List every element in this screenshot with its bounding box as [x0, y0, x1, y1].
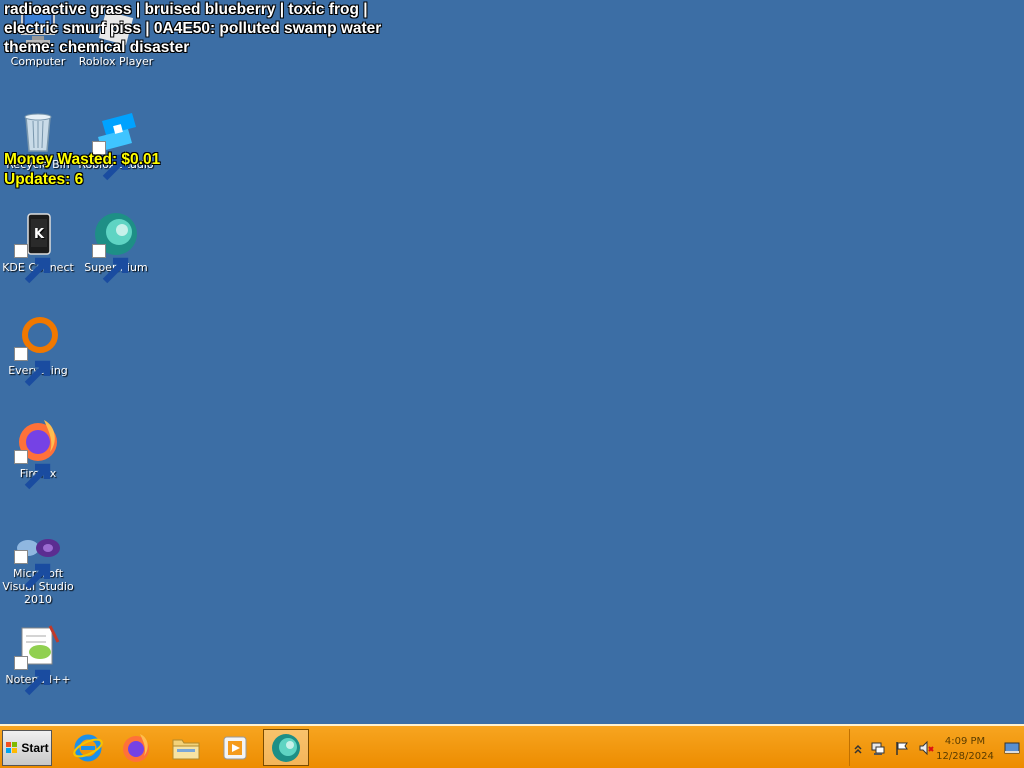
clock-date: 12/28/2024 [936, 751, 994, 762]
supermium-icon [272, 733, 300, 762]
everything-icon [14, 313, 62, 387]
theme-overlay-line-1: radioactive grass | bruised blueberry | … [4, 1, 368, 18]
shortcut-arrow-icon [14, 450, 51, 490]
start-label: Start [21, 741, 49, 755]
internet-explorer-icon [73, 734, 103, 761]
desktop-icon-kde-connect[interactable]: K KDE Connect [0, 210, 77, 284]
desktop-icon-firefox[interactable]: Firefox [0, 416, 77, 490]
theme-overlay-line-2: electric smurf piss | 0A4E50: polluted s… [4, 20, 382, 37]
shortcut-arrow-icon [92, 244, 129, 284]
taskbar-file-explorer[interactable] [163, 729, 209, 766]
roblox-studio-icon [92, 107, 140, 181]
desktop-icon-notepad-plus-plus[interactable]: Notepad++ [0, 622, 77, 696]
network-icon[interactable] [870, 740, 886, 756]
taskbar-internet-explorer[interactable] [65, 729, 111, 766]
notepad-plus-plus-icon [14, 622, 62, 696]
system-tray: 4:09 PM 12/28/2024 [849, 729, 1024, 766]
supermium-icon [92, 210, 140, 284]
show-desktop-icon[interactable] [1004, 740, 1020, 756]
firefox-icon [123, 733, 149, 762]
windows-flag-icon [6, 742, 18, 753]
taskbar-media-player[interactable] [212, 729, 258, 766]
shortcut-arrow-icon [14, 347, 51, 387]
desktop-icon-everything[interactable]: Everything [0, 313, 77, 387]
shortcut-arrow-icon [14, 656, 51, 696]
show-hidden-icons-chevron-icon[interactable] [853, 741, 863, 757]
file-explorer-icon [172, 739, 200, 759]
desktop-icon-visual-studio-2010[interactable]: Microsoft Visual Studio 2010 [0, 532, 77, 606]
action-center-flag-icon[interactable] [894, 740, 910, 756]
shortcut-arrow-icon [14, 244, 51, 284]
visual-studio-icon [14, 532, 62, 590]
firefox-icon [14, 416, 62, 490]
recycle-bin-icon [14, 107, 62, 155]
theme-overlay-line-3: theme: chemical disaster [4, 39, 190, 56]
taskbar-firefox[interactable] [113, 729, 159, 766]
shortcut-arrow-icon [14, 550, 51, 590]
kde-connect-icon: K [14, 210, 62, 284]
taskbar: Start 4:09 PM 12/28/2024 [0, 724, 1024, 768]
money-wasted-text: Money Wasted: $0.01 [4, 151, 161, 168]
svg-text:K: K [34, 227, 45, 242]
clock-time: 4:09 PM [944, 736, 986, 747]
start-button[interactable]: Start [2, 730, 52, 766]
desktop: Computer Roblox Player Recycle Bin Roblo… [0, 0, 1024, 724]
desktop-icon-supermium[interactable]: Supermium [77, 210, 155, 284]
updates-counter-text: Updates: 6 [4, 171, 84, 188]
taskbar-supermium[interactable] [263, 729, 309, 766]
taskbar-clock[interactable]: 4:09 PM 12/28/2024 [930, 734, 1000, 764]
media-player-icon [223, 736, 247, 759]
